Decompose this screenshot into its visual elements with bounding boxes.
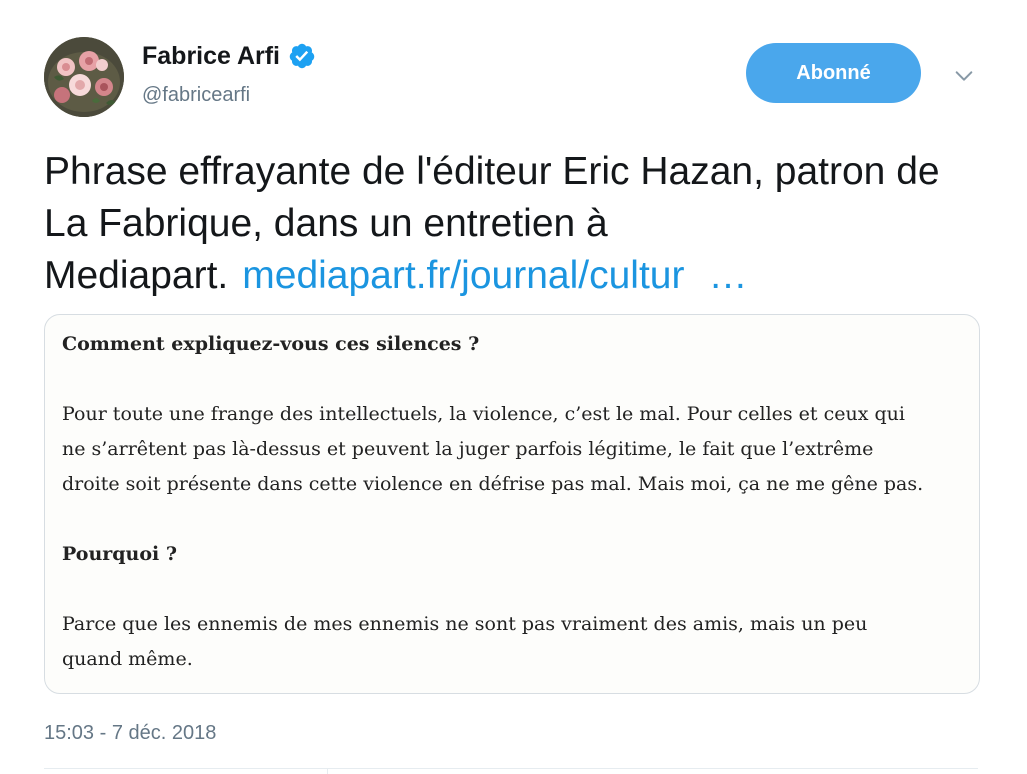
excerpt-answer-1-line-3: droite soit présente dans cette violence… — [62, 473, 924, 495]
avatar[interactable] — [44, 37, 124, 117]
roses-avatar-image — [44, 37, 124, 117]
following-button[interactable]: Abonné — [746, 43, 921, 103]
excerpt-answer-2-line-1: Parce que les ennemis de mes ennemis ne … — [62, 613, 868, 635]
quoted-article-excerpt: Comment expliquez-vous ces silences ? Po… — [62, 327, 962, 677]
tweet-container: Fabrice Arfi @fabricearfi Abonné Phrase … — [0, 0, 1027, 774]
tweet-image-card[interactable]: Comment expliquez-vous ces silences ? Po… — [44, 314, 980, 694]
tweet-text: Phrase effrayante de l'éditeur Eric Haza… — [44, 146, 984, 302]
excerpt-answer-1-line-1: Pour toute une frange des intellectuels,… — [62, 403, 905, 425]
author-display-name[interactable]: Fabrice Arfi — [142, 40, 280, 72]
tweet-link[interactable]: mediapart.fr/journal/cultur — [242, 254, 684, 297]
author-name-row[interactable]: Fabrice Arfi — [142, 40, 316, 72]
excerpt-question-2: Pourquoi ? — [62, 543, 178, 565]
tweet-link-ellipsis[interactable]: … — [708, 254, 747, 297]
author-handle[interactable]: @fabricearfi — [142, 82, 250, 108]
verified-badge-icon — [288, 42, 316, 70]
excerpt-answer-1-line-2: ne s’arrêtent pas là-dessus et peuvent l… — [62, 438, 874, 460]
footer-divider-tick — [327, 768, 328, 774]
chevron-down-icon[interactable] — [950, 62, 978, 90]
tweet-timestamp[interactable]: 15:03 - 7 déc. 2018 — [44, 719, 216, 747]
excerpt-answer-2-line-2: quand même. — [62, 648, 193, 670]
excerpt-question-1: Comment expliquez-vous ces silences ? — [62, 333, 480, 355]
footer-divider — [44, 768, 978, 769]
